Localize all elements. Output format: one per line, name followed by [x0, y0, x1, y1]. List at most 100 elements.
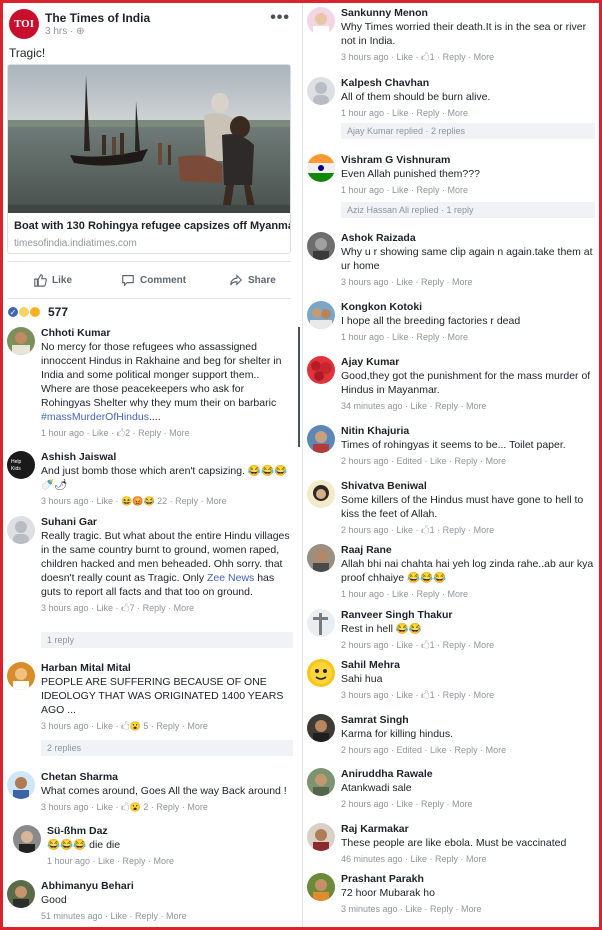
avatar[interactable] — [307, 425, 335, 453]
comment-meta[interactable]: 3 minutes ago · Like · Reply · More — [341, 902, 595, 916]
link-preview-card[interactable]: Boat with 130 Rohingya refugee capsizes … — [7, 64, 291, 254]
comment-text: What comes around, Goes All the way Back… — [41, 785, 287, 797]
comment-text: And just bomb those which aren't capsizi… — [41, 465, 288, 491]
comment-meta[interactable]: 3 hours ago · Like · 🖒1 · Reply · More — [341, 50, 595, 64]
comment-meta[interactable]: 51 minutes ago · Like · Reply · More — [41, 909, 293, 923]
svg-text:Kids: Kids — [11, 466, 21, 472]
avatar[interactable] — [307, 544, 335, 572]
share-label: Share — [248, 274, 276, 286]
commenter-name[interactable]: Ashok Raizada — [341, 232, 595, 245]
comment-text: All of them should be burn alive. — [341, 91, 491, 103]
commenter-name[interactable]: Suhani Gar — [41, 516, 293, 529]
avatar[interactable] — [307, 154, 335, 182]
like-button[interactable]: Like — [33, 273, 72, 287]
comment-meta[interactable]: 2 hours ago · Edited · Like · Reply · Mo… — [341, 454, 595, 468]
avatar[interactable] — [307, 659, 335, 687]
replies-link[interactable]: 1 reply — [41, 632, 293, 648]
comment-meta[interactable]: 3 hours ago · Like · 🖒😮 5 · Reply · More — [41, 719, 293, 733]
comment-text: Good,they got the punishment for the mas… — [341, 370, 591, 396]
comment-meta[interactable]: 3 hours ago · Like · 🖒7 · Reply · More — [41, 601, 293, 615]
comment-icon — [122, 275, 134, 287]
post-timestamp[interactable]: 3 hrs · ⊕ — [45, 26, 85, 37]
commenter-name[interactable]: Raaj Rane — [341, 544, 595, 557]
commenter-name[interactable]: Ashish Jaiswal — [41, 451, 293, 464]
avatar[interactable] — [307, 77, 335, 105]
avatar[interactable] — [307, 609, 335, 637]
avatar[interactable] — [307, 768, 335, 796]
commenter-name[interactable]: Chetan Sharma — [41, 771, 293, 784]
avatar[interactable] — [7, 516, 35, 544]
comment-meta[interactable]: 1 hour ago · Like · Reply · More — [47, 854, 287, 868]
avatar[interactable] — [307, 480, 335, 508]
commenter-name[interactable]: Sankunny Menon — [341, 7, 595, 20]
comment-meta[interactable]: 3 hours ago · Like · Reply · More — [341, 275, 595, 289]
avatar[interactable] — [307, 7, 335, 35]
comment-meta[interactable]: 3 hours ago · Like · 😆😡😂 22 · Reply · Mo… — [41, 494, 293, 508]
thumbs-up-icon — [34, 274, 47, 287]
comment-meta[interactable]: 3 hours ago · Like · 🖒1 · Reply · More — [341, 688, 595, 702]
comment-text: Sahi hua — [341, 673, 383, 685]
comment-meta[interactable]: 2 hours ago · Like · 🖒1 · Reply · More — [341, 523, 595, 537]
page-link[interactable]: Zee News — [207, 572, 254, 584]
commenter-name[interactable]: Prashant Parakh — [341, 873, 595, 886]
comment-meta[interactable]: 2 hours ago · Like · Reply · More — [341, 797, 595, 811]
commenter-name[interactable]: Sahil Mehra — [341, 659, 595, 672]
avatar[interactable] — [307, 301, 335, 329]
share-icon — [230, 274, 243, 286]
commenter-name[interactable]: Sü-ßhm Daz — [47, 825, 287, 838]
avatar[interactable] — [307, 232, 335, 260]
avatar[interactable] — [7, 327, 35, 355]
replies-link[interactable]: Ajay Kumar replied · 2 replies — [341, 123, 595, 139]
commenter-name[interactable]: Kalpesh Chavhan — [341, 77, 595, 90]
comment-text: No mercy for those refugees who assassig… — [41, 340, 293, 424]
comment-meta[interactable]: 34 minutes ago · Like · Reply · More — [341, 399, 595, 413]
commenter-name[interactable]: Samrat Singh — [341, 714, 595, 727]
commenter-name[interactable]: Aniruddha Rawale — [341, 768, 595, 781]
post-text: Tragic! — [9, 46, 46, 60]
right-column: Sankunny Menon Why Times worried their d… — [302, 3, 599, 927]
commenter-name[interactable]: Chhoti Kumar — [41, 327, 293, 340]
page-logo[interactable]: TOI — [9, 9, 39, 39]
comment-meta[interactable]: 1 hour ago · Like · Reply · More — [341, 183, 595, 197]
avatar[interactable] — [307, 714, 335, 742]
commenter-name[interactable]: Nitin Khajuria — [341, 425, 595, 438]
reaction-summary[interactable]: ✓ 577 — [7, 305, 68, 319]
replies-link[interactable]: Aziz Hassan Ali replied · 1 reply — [341, 202, 595, 218]
avatar[interactable] — [13, 825, 41, 853]
comment-meta[interactable]: 46 minutes ago · Like · Reply · More — [341, 852, 595, 866]
share-button[interactable]: Share — [229, 273, 276, 287]
hashtag-link[interactable]: #massMurderOfHindus — [41, 411, 149, 423]
comment-text: I hope all the breeding factories r dead — [341, 315, 521, 327]
replies-link[interactable]: 2 replies — [41, 740, 293, 756]
comment-meta[interactable]: 2 hours ago · Edited · Like · Reply · Mo… — [341, 743, 595, 757]
commenter-name[interactable]: Shivatva Beniwal — [341, 480, 595, 493]
link-title[interactable]: Boat with 130 Rohingya refugee capsizes … — [14, 220, 290, 232]
svg-text:Help: Help — [11, 459, 22, 465]
avatar[interactable] — [307, 356, 335, 384]
comment-button[interactable]: Comment — [121, 273, 186, 287]
scrollbar[interactable] — [298, 327, 300, 447]
comment-meta[interactable]: 1 hour ago · Like · Reply · More — [341, 106, 595, 120]
commenter-name[interactable]: Ranveer Singh Thakur — [341, 609, 595, 622]
post-options-icon[interactable]: ••• — [270, 9, 290, 27]
page-name[interactable]: The Times of India — [45, 11, 150, 25]
avatar[interactable] — [307, 823, 335, 851]
commenter-name[interactable]: Ajay Kumar — [341, 356, 595, 369]
comment-meta[interactable]: 1 hour ago · Like · Reply · More — [341, 330, 595, 344]
comment-meta[interactable]: 1 hour ago · Like · 🖒2 · Reply · More — [41, 426, 293, 440]
commenter-name[interactable]: Abhimanyu Behari — [41, 880, 293, 893]
comment-meta[interactable]: 3 hours ago · Like · 🖒😮 2 · Reply · More — [41, 800, 293, 814]
commenter-name[interactable]: Harban Mital Mital — [41, 662, 293, 675]
comment-text: Allah bhi nai chahta hai yeh log zinda r… — [341, 558, 594, 584]
avatar[interactable]: HelpKids — [7, 451, 35, 479]
avatar[interactable] — [7, 662, 35, 690]
avatar[interactable] — [7, 880, 35, 908]
comment-text: PEOPLE ARE SUFFERING BECAUSE OF ONE IDEO… — [41, 676, 284, 716]
commenter-name[interactable]: Vishram G Vishnuram — [341, 154, 595, 167]
avatar[interactable] — [7, 771, 35, 799]
comment-meta[interactable]: 1 hour ago · Like · Reply · More — [341, 587, 595, 601]
avatar[interactable] — [307, 873, 335, 901]
comment-meta[interactable]: 2 hours ago · Like · 🖒1 · Reply · More — [341, 638, 595, 652]
commenter-name[interactable]: Raj Karmakar — [341, 823, 595, 836]
commenter-name[interactable]: Kongkon Kotoki — [341, 301, 595, 314]
